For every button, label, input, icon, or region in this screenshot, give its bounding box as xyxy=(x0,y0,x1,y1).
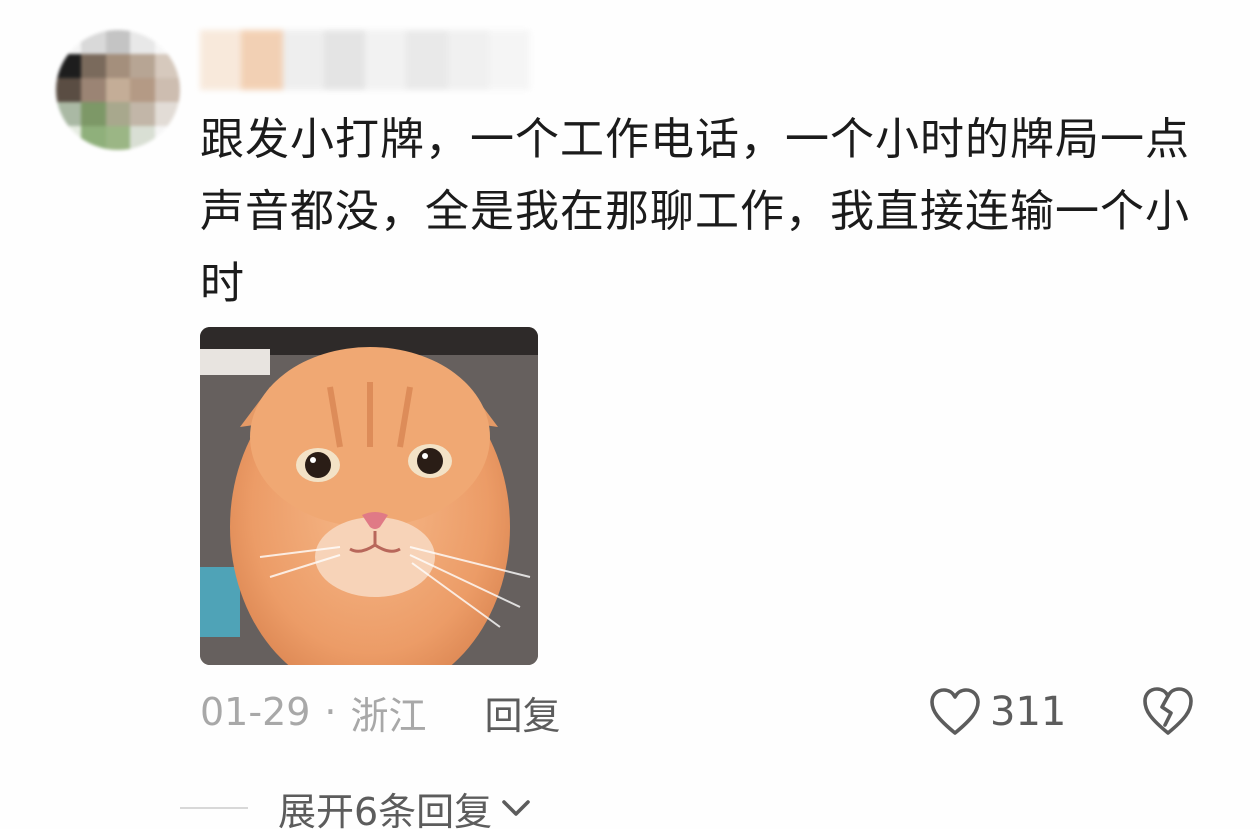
like-button[interactable]: 311 xyxy=(928,682,1066,742)
like-count: 311 xyxy=(990,689,1067,735)
expand-replies-label: 展开6条回复 xyxy=(278,789,493,829)
comment-text: 跟发小打牌，一个工作电话，一个小时的牌局一点声音都没，全是我在那聊工作，我直接连… xyxy=(200,114,1190,309)
expand-divider-line xyxy=(180,807,248,809)
cat-face-illustration xyxy=(200,327,538,665)
dislike-button[interactable] xyxy=(1140,685,1196,741)
comment-meta: 01-29 · 浙江 回复 xyxy=(200,682,561,742)
comment-date: 01-29 xyxy=(200,690,311,734)
broken-heart-icon xyxy=(1143,687,1193,735)
chevron-down-icon xyxy=(502,800,530,816)
heart-outline-icon xyxy=(930,688,980,735)
cat-sticker-image[interactable] xyxy=(200,327,538,665)
meta-separator: · xyxy=(324,690,337,734)
comment-item: 跟发小打牌，一个工作电话，一个小时的牌局一点声音都没，全是我在那聊工作，我直接连… xyxy=(0,0,1260,829)
comment-location: 浙江 xyxy=(350,693,427,738)
expand-replies-button[interactable]: 展开6条回复 xyxy=(180,780,534,829)
reply-button[interactable]: 回复 xyxy=(485,685,561,740)
username-obscured[interactable] xyxy=(200,30,530,90)
avatar[interactable] xyxy=(56,30,180,150)
